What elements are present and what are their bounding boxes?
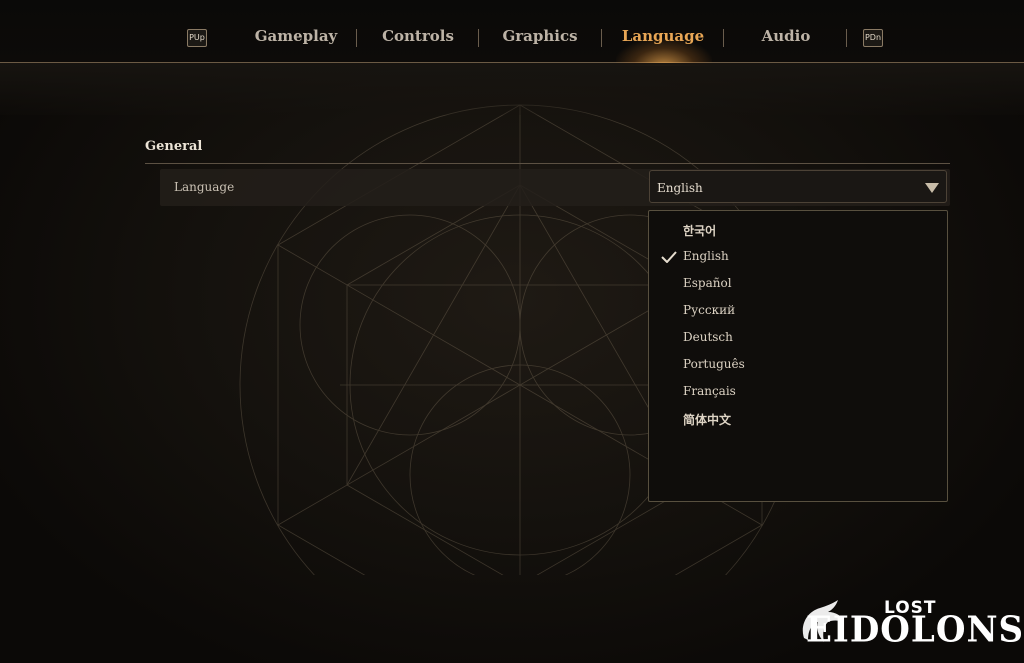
language-option-label: 한국어 [683, 224, 717, 238]
tab-separator [846, 29, 847, 47]
language-option-label: English [683, 249, 729, 263]
language-option-russian[interactable]: Русский [649, 298, 947, 325]
language-option-french[interactable]: Français [649, 379, 947, 406]
logo-eidolons-text: EIDOLONS [806, 609, 1024, 651]
language-option-chinese[interactable]: 简体中文 [649, 406, 947, 433]
language-select[interactable]: English [649, 170, 947, 203]
page-up-key-hint[interactable]: PUp [187, 29, 207, 47]
language-option-portuguese[interactable]: Português [649, 352, 947, 379]
language-option-label: 简体中文 [683, 413, 732, 427]
language-option-label: Français [683, 384, 736, 398]
tab-separator [356, 29, 357, 47]
tab-controls[interactable]: Controls [362, 22, 474, 50]
header-band [0, 63, 1024, 115]
language-setting-label: Language [174, 180, 235, 194]
section-divider [145, 163, 950, 164]
language-option-label: Deutsch [683, 330, 733, 344]
checkmark-icon [661, 251, 677, 263]
game-logo: LOST EIDOLONS [796, 596, 1023, 658]
tab-gameplay[interactable]: Gameplay [240, 22, 352, 50]
language-option-german[interactable]: Deutsch [649, 325, 947, 352]
tab-bar: PUp Gameplay Controls Graphics Language … [0, 0, 1024, 66]
language-option-label: Español [683, 276, 732, 290]
language-option-spanish[interactable]: Español [649, 271, 947, 298]
tab-separator [478, 29, 479, 47]
section-title: General [145, 139, 203, 154]
triangle-down-icon [925, 183, 939, 193]
language-option-english[interactable]: English [649, 244, 947, 271]
tab-graphics[interactable]: Graphics [484, 22, 596, 50]
tab-separator [723, 29, 724, 47]
page-down-key-hint[interactable]: PDn [863, 29, 883, 47]
tab-separator [601, 29, 602, 47]
tab-audio[interactable]: Audio [730, 22, 842, 50]
language-dropdown: 한국어 English Español Русский Deutsch Port… [648, 210, 948, 502]
language-select-value: English [657, 181, 703, 195]
language-option-label: Português [683, 357, 745, 371]
tab-language[interactable]: Language [607, 22, 719, 50]
language-option-korean[interactable]: 한국어 [649, 217, 947, 244]
language-option-label: Русский [683, 303, 736, 317]
